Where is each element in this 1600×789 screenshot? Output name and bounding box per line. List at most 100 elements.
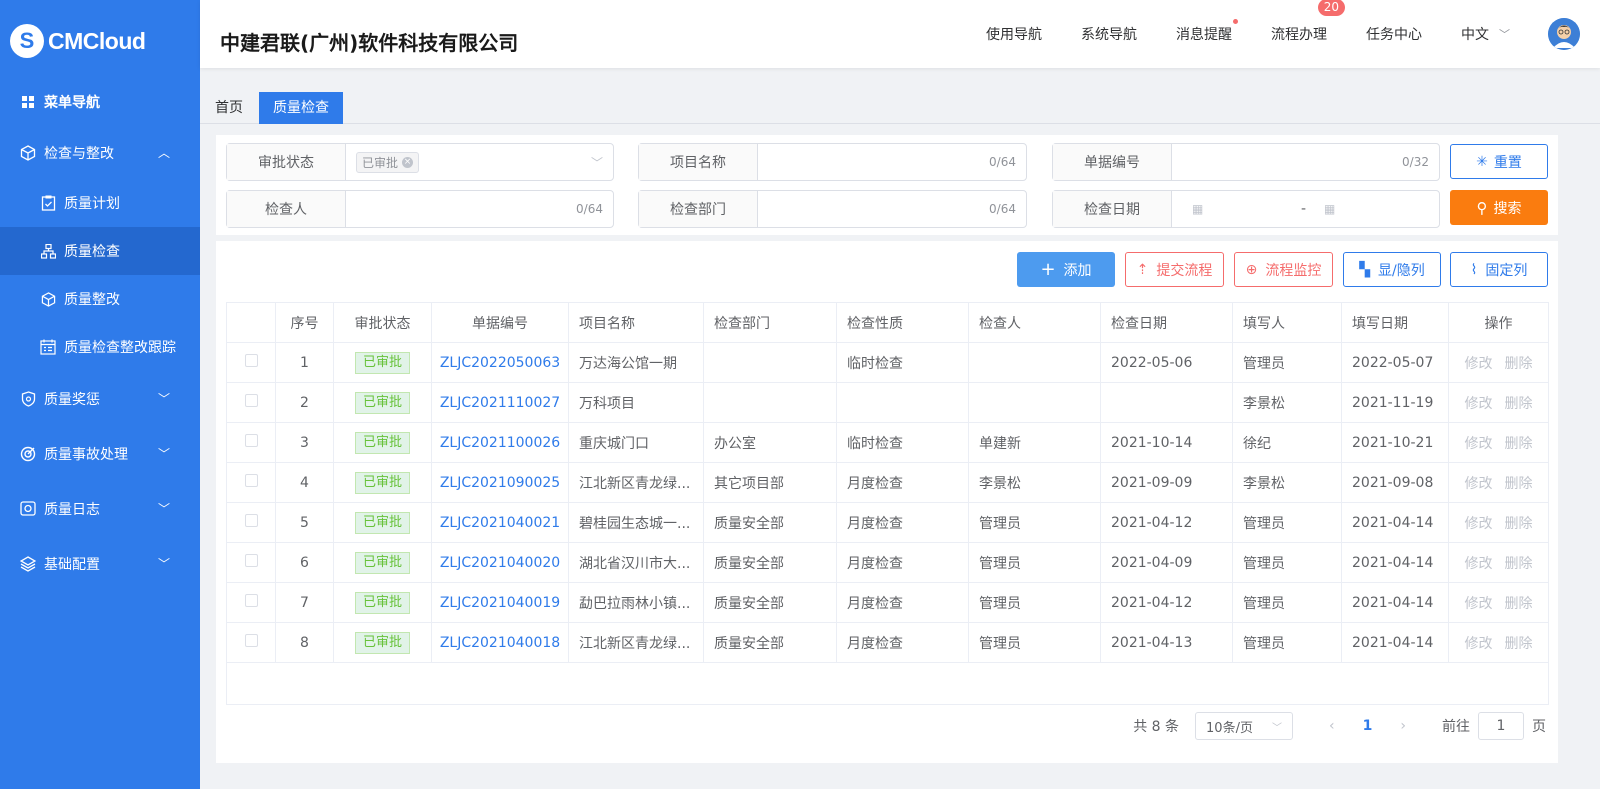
next-page-button[interactable]: › xyxy=(1400,718,1406,734)
nav-workflow[interactable]: 流程办理 20 xyxy=(1271,0,1345,44)
toggle-columns-button[interactable]: ▚ 显/隐列 xyxy=(1343,252,1441,287)
nav-messages[interactable]: 消息提醒 xyxy=(1176,19,1238,44)
sidebar-item-inspection-tracking[interactable]: 质量检查整改跟踪 xyxy=(0,323,200,371)
tab-quality-inspection[interactable]: 质量检查 xyxy=(259,92,343,124)
sidebar-item-logs[interactable]: 质量日志 ﹀ xyxy=(0,481,200,536)
row-checkbox[interactable] xyxy=(244,354,258,367)
row-checkbox-cell xyxy=(226,382,276,423)
sidebar-item-base-config[interactable]: 基础配置 ﹀ xyxy=(0,536,200,591)
page-size-select[interactable]: 10条/页 ﹀ xyxy=(1195,712,1294,740)
table-row[interactable]: 8 已审批 ZLJC2021040018 江北新区青龙绿... 质量安全部 月度检查 管理员… xyxy=(226,622,1549,663)
reset-button[interactable]: ✳ 重置 xyxy=(1450,144,1548,179)
date-range-picker[interactable]: ▦ - ▦ xyxy=(1172,191,1439,227)
table-row[interactable]: 1 已审批 ZLJC2022050063 万达海公馆一期 临时检查 2022-05-06 管… xyxy=(226,342,1549,383)
dept-input[interactable]: 0/64 xyxy=(758,191,1026,227)
nav-system-guide[interactable]: 系统导航 xyxy=(1081,24,1137,44)
sidebar-item-inspect-rectify[interactable]: 检查与整改 ︿ xyxy=(0,126,200,179)
table-row[interactable]: 4 已审批 ZLJC2021090025 江北新区青龙绿... 其它项目部 月度检查 李景松… xyxy=(226,462,1549,503)
delete-button[interactable]: 删除 xyxy=(1505,556,1533,572)
delete-button[interactable]: 删除 xyxy=(1505,636,1533,652)
table-row[interactable]: 2 已审批 ZLJC2021110027 万科项目 李景松 2021-11-19 修改 删除 xyxy=(226,382,1549,423)
sidebar-item-quality-rectify[interactable]: 质量整改 xyxy=(0,275,200,323)
row-checkbox[interactable] xyxy=(244,634,258,647)
cell-no: 4 xyxy=(275,462,334,503)
delete-button[interactable]: 删除 xyxy=(1505,476,1533,492)
edit-button[interactable]: 修改 xyxy=(1465,636,1493,652)
sidebar-item-rewards[interactable]: 质量奖惩 ﹀ xyxy=(0,371,200,426)
notification-dot xyxy=(1233,19,1238,24)
row-checkbox[interactable] xyxy=(244,474,258,487)
edit-button[interactable]: 修改 xyxy=(1465,476,1493,492)
doc-number-link[interactable]: ZLJC2021100026 xyxy=(440,435,560,451)
upload-icon: ⇡ xyxy=(1136,261,1149,278)
table-row[interactable]: 5 已审批 ZLJC2021040021 碧桂园生态城一... 质量安全部 月度检查 管理员… xyxy=(226,502,1549,543)
tab-home[interactable]: 首页 xyxy=(201,92,257,124)
search-button[interactable]: ⚲ 搜索 xyxy=(1450,190,1548,225)
edit-button[interactable]: 修改 xyxy=(1465,396,1493,412)
workflow-monitor-button[interactable]: ⊕ 流程监控 xyxy=(1234,252,1333,287)
doc-number-link[interactable]: ZLJC2021040020 xyxy=(440,555,560,571)
button-label: 搜索 xyxy=(1493,200,1522,217)
doc-no-input[interactable]: 0/32 xyxy=(1172,144,1439,180)
edit-button[interactable]: 修改 xyxy=(1465,596,1493,612)
edit-button[interactable]: 修改 xyxy=(1465,436,1493,452)
cell-writer: 管理员 xyxy=(1232,622,1342,663)
doc-number-link[interactable]: ZLJC2021090025 xyxy=(440,475,560,491)
edit-button[interactable]: 修改 xyxy=(1465,516,1493,532)
cell-nature: 月度检查 xyxy=(836,502,969,543)
cell-dept: 质量安全部 xyxy=(703,582,837,623)
row-checkbox[interactable] xyxy=(244,594,258,607)
delete-button[interactable]: 删除 xyxy=(1505,396,1533,412)
edit-button[interactable]: 修改 xyxy=(1465,356,1493,372)
goto-page-input[interactable]: 1 xyxy=(1478,712,1524,740)
sidebar-item-accidents[interactable]: 质量事故处理 ﹀ xyxy=(0,426,200,481)
top-bar: 中建君联(广州)软件科技有限公司 使用导航 系统导航 消息提醒 流程办理 20 任… xyxy=(200,0,1600,68)
delete-button[interactable]: 删除 xyxy=(1505,356,1533,372)
page-number[interactable]: 1 xyxy=(1363,718,1373,734)
doc-number-link[interactable]: ZLJC2021040021 xyxy=(440,515,560,531)
table-header-row: 序号 审批状态 单据编号 项目名称 检查部门 检查性质 检查人 检查日期 填写人… xyxy=(226,302,1549,343)
filter-label: 检查日期 xyxy=(1053,191,1172,227)
avatar[interactable] xyxy=(1548,18,1580,50)
inspector-input[interactable]: 0/64 xyxy=(346,191,613,227)
doc-number-link[interactable]: ZLJC2021040018 xyxy=(440,635,560,651)
project-input[interactable]: 0/64 xyxy=(758,144,1026,180)
prev-page-button[interactable]: ‹ xyxy=(1329,718,1335,734)
sidebar-item-quality-plan[interactable]: 质量计划 xyxy=(0,179,200,227)
status-badge: 已审批 xyxy=(354,631,410,654)
cell-doc: ZLJC2021090025 xyxy=(431,462,569,503)
sidebar-item-quality-inspection[interactable]: 质量检查 xyxy=(0,227,200,275)
row-checkbox[interactable] xyxy=(244,514,258,527)
delete-button[interactable]: 删除 xyxy=(1505,516,1533,532)
status-select[interactable]: 已审批 × ﹀ xyxy=(346,144,613,180)
char-count: 0/64 xyxy=(989,155,1016,169)
fix-columns-button[interactable]: ⌇ 固定列 xyxy=(1450,252,1548,287)
language-select[interactable]: 中文 ﹀ xyxy=(1461,24,1510,44)
cell-date: 2021-04-12 xyxy=(1100,582,1233,623)
delete-button[interactable]: 删除 xyxy=(1505,596,1533,612)
table-row[interactable]: 7 已审批 ZLJC2021040019 勐巴拉雨林小镇... 质量安全部 月度检查 管理员… xyxy=(226,582,1549,623)
clipboard-check-icon xyxy=(40,195,56,211)
filter-label: 审批状态 xyxy=(227,144,346,180)
table-row[interactable]: 3 已审批 ZLJC2021100026 重庆城门口 办公室 临时检查 单建新 2021-10… xyxy=(226,422,1549,463)
submit-workflow-button[interactable]: ⇡ 提交流程 xyxy=(1125,252,1224,287)
doc-number-link[interactable]: ZLJC2022050063 xyxy=(440,355,560,371)
row-checkbox[interactable] xyxy=(244,554,258,567)
calendar-list-icon xyxy=(40,339,56,355)
sidebar-item-menu-nav[interactable]: 菜单导航 xyxy=(0,78,200,126)
nav-usage-guide[interactable]: 使用导航 xyxy=(986,24,1042,44)
delete-button[interactable]: 删除 xyxy=(1505,436,1533,452)
cube-icon xyxy=(20,144,36,161)
add-button[interactable]: + 添加 xyxy=(1017,252,1115,287)
close-icon[interactable]: × xyxy=(402,156,414,168)
filter-label: 检查部门 xyxy=(639,191,758,227)
logo[interactable]: S CMCloud xyxy=(10,22,146,60)
doc-number-link[interactable]: ZLJC2021110027 xyxy=(440,395,560,411)
doc-number-link[interactable]: ZLJC2021040019 xyxy=(440,595,560,611)
nav-task-center[interactable]: 任务中心 xyxy=(1366,24,1422,44)
row-checkbox[interactable] xyxy=(244,394,258,407)
table-row[interactable]: 6 已审批 ZLJC2021040020 湖北省汉川市大... 质量安全部 月度检查 管理员… xyxy=(226,542,1549,583)
row-checkbox[interactable] xyxy=(244,434,258,447)
edit-button[interactable]: 修改 xyxy=(1465,556,1493,572)
cell-wdate: 2021-11-19 xyxy=(1341,382,1449,423)
